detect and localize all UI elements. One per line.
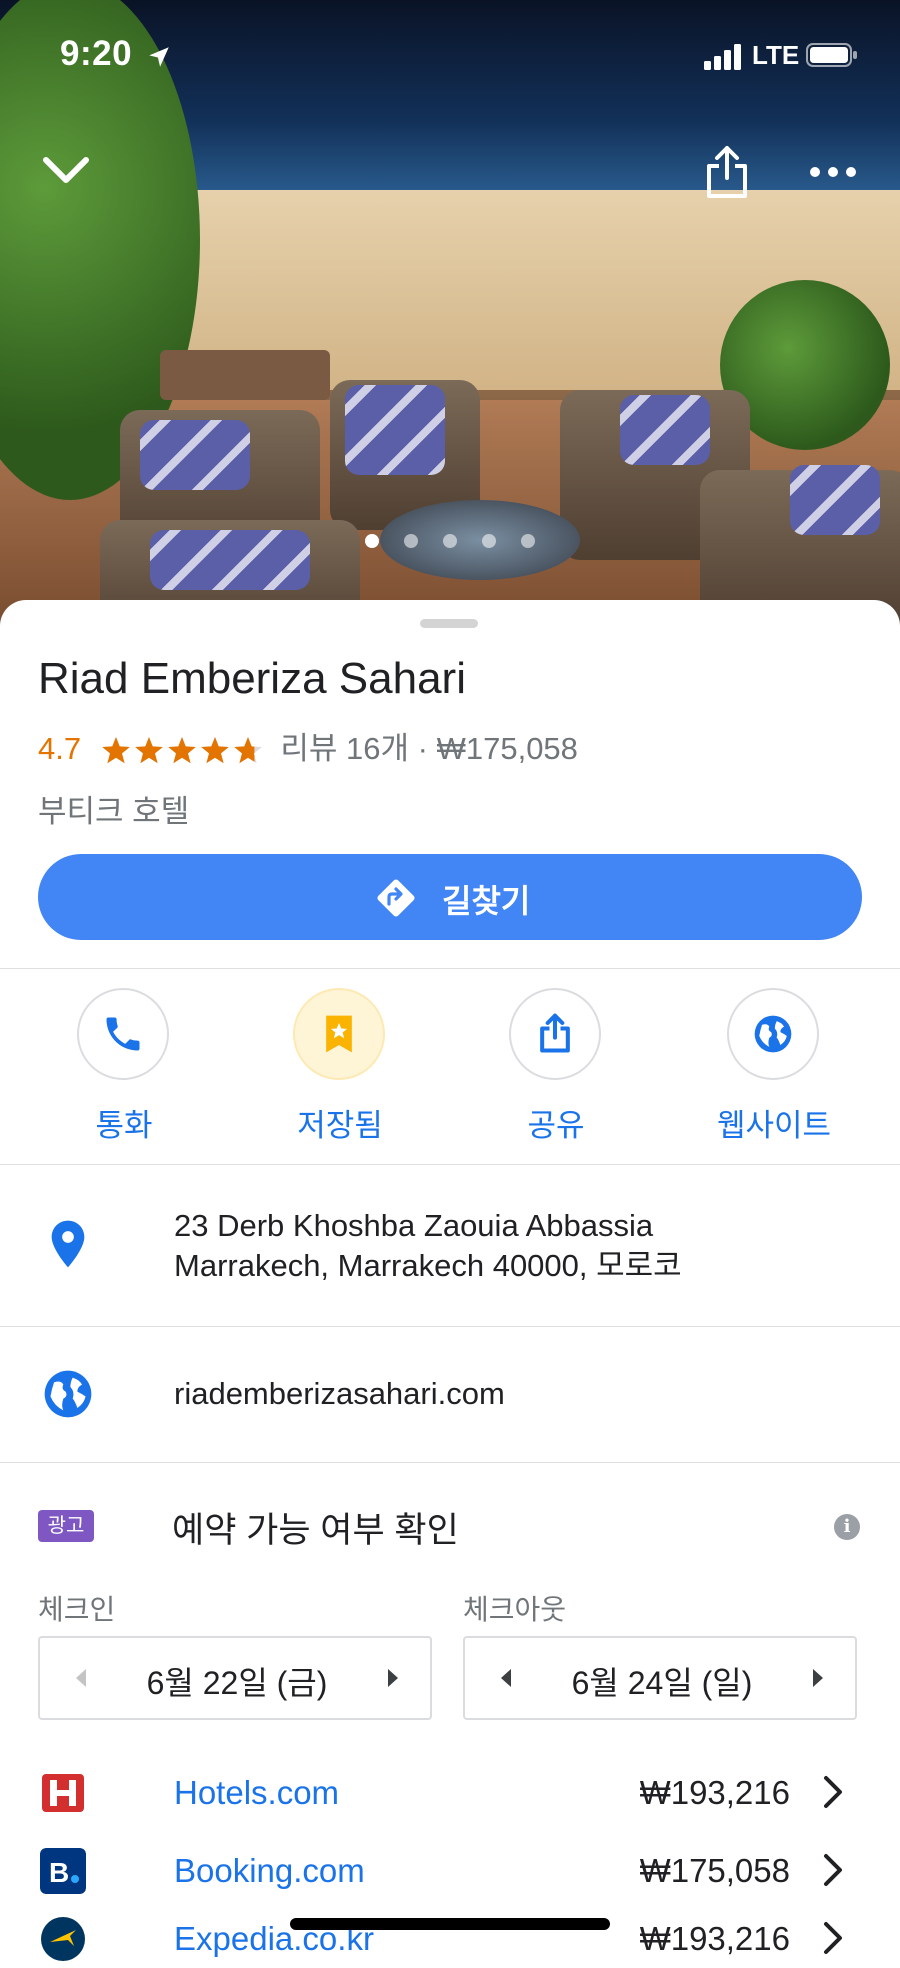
saved-button-circle[interactable] [293, 988, 385, 1080]
phone-icon [106, 1017, 140, 1051]
bookmark-star-icon [326, 1015, 352, 1053]
address-line-2: Marrakech, Marrakech 40000, 모로코 [174, 1248, 682, 1283]
website-label: 웹사이트 [716, 1108, 832, 1143]
saved-label: 저장됨 [297, 1108, 383, 1143]
provider-price: ₩175,058 [639, 1852, 790, 1889]
svg-text:B: B [49, 1857, 69, 1888]
provider-row-booking[interactable]: B Booking.com ₩175,058 [0, 1840, 900, 1900]
signal-icon [704, 44, 741, 70]
sheet-drag-handle[interactable] [420, 619, 478, 628]
photo-cushion [345, 385, 445, 475]
share-icon[interactable] [697, 142, 757, 202]
photo-cushion [140, 420, 250, 490]
price-level: ₩175,058 [436, 731, 578, 766]
chevron-right-icon [824, 1776, 842, 1808]
chevron-right-icon [824, 1922, 842, 1954]
website-text: riademberizasahari.com [174, 1376, 505, 1411]
divider [0, 1462, 900, 1463]
call-label: 통화 [95, 1108, 153, 1143]
carousel-dot[interactable] [443, 534, 457, 548]
availability-title: 예약 가능 여부 확인 [172, 1511, 459, 1550]
next-date-icon[interactable] [380, 1666, 404, 1690]
address-line-1: 23 Derb Khoshba Zaouia Abbassia [174, 1208, 654, 1243]
share-button-circle[interactable] [509, 988, 601, 1080]
call-button-circle[interactable] [77, 988, 169, 1080]
location-pin-icon [51, 1220, 85, 1268]
chevron-right-icon [824, 1854, 842, 1886]
globe-icon [44, 1370, 92, 1418]
divider [0, 968, 900, 969]
network-type: LTE [752, 40, 800, 70]
provider-row-hotels[interactable]: Hotels.com ₩193,216 [0, 1762, 900, 1822]
info-icon[interactable]: i [834, 1514, 860, 1540]
directions-icon [377, 879, 415, 917]
globe-icon [754, 1015, 792, 1053]
collapse-chevron-down-icon[interactable] [36, 140, 96, 200]
call-action[interactable]: 통화 [39, 988, 209, 1148]
hotels-com-logo-icon [42, 1774, 84, 1812]
checkout-date: 6월 24일 (일) [571, 1665, 753, 1701]
ad-badge: 광고 [38, 1510, 94, 1542]
price-separator: · [417, 731, 428, 766]
place-title: Riad Emberiza Sahari [38, 654, 466, 703]
more-options-icon[interactable] [803, 142, 863, 202]
share-icon [540, 1013, 570, 1053]
directions-label: 길찾기 [442, 883, 531, 919]
rating-row[interactable]: 4.7 리뷰 16개 · ₩175,058 [38, 723, 578, 767]
address-text: 23 Derb Khoshba Zaouia Abbassia Marrakec… [174, 1206, 682, 1286]
provider-row-expedia[interactable]: Expedia.co.kr ₩193,216 [0, 1908, 900, 1968]
hero-photo[interactable]: 9:20 LTE [0, 0, 900, 625]
photo-cushion [620, 395, 710, 465]
location-arrow-icon [149, 47, 169, 67]
carousel-dot[interactable] [404, 534, 418, 548]
expedia-logo-icon [41, 1917, 85, 1961]
provider-name[interactable]: Booking.com [174, 1852, 365, 1890]
provider-price: ₩193,216 [639, 1920, 790, 1957]
directions-button[interactable]: 길찾기 [38, 854, 862, 940]
star-rating-icon [101, 736, 262, 764]
next-date-icon[interactable] [805, 1666, 829, 1690]
website-row[interactable]: riademberizasahari.com [0, 1326, 900, 1462]
status-time: 9:20 [60, 34, 133, 73]
website-action[interactable]: 웹사이트 [689, 988, 859, 1148]
rating-value: 4.7 [38, 731, 82, 766]
photo-pots [160, 350, 330, 400]
checkin-date-picker[interactable]: 6월 22일 (금) [38, 1636, 432, 1720]
checkout-date-picker[interactable]: 6월 24일 (일) [463, 1636, 857, 1720]
provider-price: ₩193,216 [639, 1774, 790, 1811]
carousel-dot[interactable] [482, 534, 496, 548]
booking-com-logo-icon: B [40, 1848, 86, 1894]
share-action[interactable]: 공유 [471, 988, 641, 1148]
checkin-date: 6월 22일 (금) [146, 1665, 328, 1701]
carousel-dot[interactable] [521, 534, 535, 548]
share-label: 공유 [527, 1108, 585, 1143]
place-category: 부티크 호텔 [38, 794, 190, 829]
checkout-label: 체크아웃 [463, 1594, 567, 1625]
address-row[interactable]: 23 Derb Khoshba Zaouia Abbassia Marrakec… [0, 1164, 900, 1326]
battery-icon [806, 43, 857, 67]
checkin-label: 체크인 [38, 1594, 116, 1625]
photo-carousel-dots [0, 534, 900, 554]
status-bar: 9:20 LTE [0, 34, 900, 74]
review-count: 리뷰 16개 [280, 731, 410, 766]
photo-cushion [790, 465, 880, 535]
website-button-circle[interactable] [727, 988, 819, 1080]
carousel-dot[interactable] [365, 534, 379, 548]
provider-name[interactable]: Hotels.com [174, 1774, 339, 1812]
home-indicator[interactable] [290, 1918, 610, 1930]
saved-action[interactable]: 저장됨 [255, 988, 425, 1148]
